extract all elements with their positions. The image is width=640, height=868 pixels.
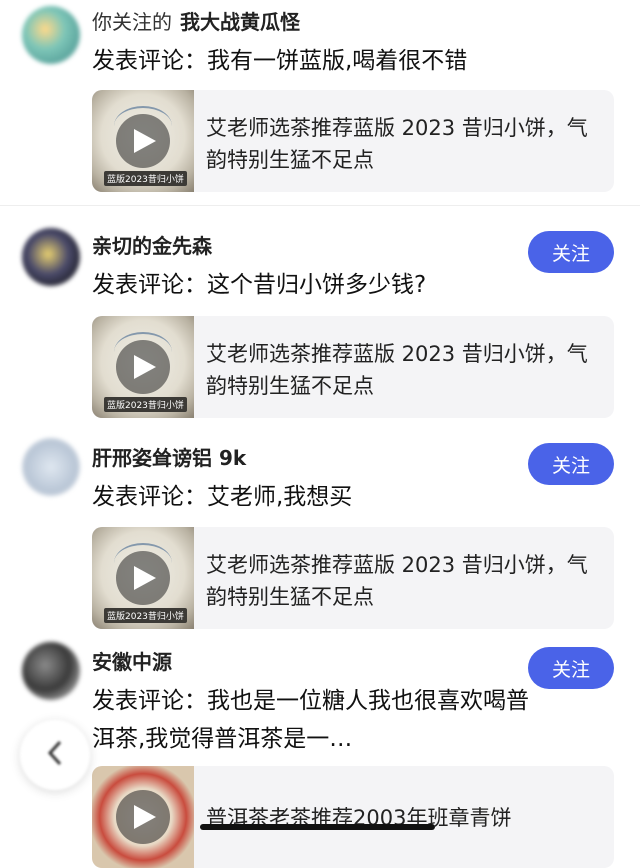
video-thumbnail[interactable]: 蓝版2023昔归小饼 — [92, 316, 194, 418]
thumbnail-caption: 蓝版2023昔归小饼 — [104, 171, 187, 186]
video-thumbnail[interactable]: 蓝版2023昔归小饼 — [92, 90, 194, 192]
video-card[interactable]: 蓝版2023昔归小饼 艾老师选茶推荐蓝版 2023 昔归小饼，气韵特别生猛不足点 — [92, 527, 614, 629]
user-name[interactable]: 亲切的金先森 — [92, 234, 212, 258]
avatar[interactable] — [22, 642, 80, 700]
follow-button[interactable]: 关注 — [528, 231, 614, 273]
video-card[interactable]: 蓝版2023昔归小饼 艾老师选茶推荐蓝版 2023 昔归小饼，气韵特别生猛不足点 — [92, 316, 614, 418]
divider — [0, 205, 640, 206]
avatar[interactable] — [22, 438, 80, 496]
comment-text: 发表评论：这个昔归小饼多少钱? — [92, 272, 427, 298]
user-name[interactable]: 我大战黄瓜怪 — [180, 10, 300, 34]
comment-text: 发表评论：我有一饼蓝版,喝着很不错 — [92, 48, 468, 74]
user-line: 你关注的 我大战黄瓜怪 — [92, 6, 300, 35]
comment-text: 发表评论：艾老师,我想买 — [92, 484, 353, 510]
user-line: 肝邢姿耸谤铝 9k — [92, 442, 246, 471]
play-icon[interactable] — [116, 790, 170, 844]
thumbnail-caption: 蓝版2023昔归小饼 — [104, 608, 187, 623]
video-thumbnail[interactable]: 蓝版2023昔归小饼 — [92, 527, 194, 629]
avatar[interactable] — [22, 228, 80, 286]
video-card[interactable]: 普洱茶老茶推荐2003年班章青饼 — [92, 766, 614, 868]
play-icon[interactable] — [116, 114, 170, 168]
thumbnail-caption: 蓝版2023昔归小饼 — [104, 397, 187, 412]
user-name[interactable]: 肝邢姿耸谤铝 9k — [92, 446, 246, 470]
play-icon[interactable] — [116, 340, 170, 394]
video-card[interactable]: 蓝版2023昔归小饼 艾老师选茶推荐蓝版 2023 昔归小饼，气韵特别生猛不足点 — [92, 90, 614, 192]
video-title[interactable]: 艾老师选茶推荐蓝版 2023 昔归小饼，气韵特别生猛不足点 — [206, 338, 596, 402]
video-title[interactable]: 艾老师选茶推荐蓝版 2023 昔归小饼，气韵特别生猛不足点 — [206, 549, 596, 613]
user-line: 亲切的金先森 — [92, 230, 212, 259]
scroll-indicator — [200, 824, 435, 830]
user-line: 安徽中源 — [92, 646, 172, 675]
video-title[interactable]: 艾老师选茶推荐蓝版 2023 昔归小饼，气韵特别生猛不足点 — [206, 112, 596, 176]
user-name[interactable]: 安徽中源 — [92, 650, 172, 674]
follow-button[interactable]: 关注 — [528, 443, 614, 485]
back-button[interactable] — [20, 720, 90, 790]
follow-prefix: 你关注的 — [92, 10, 172, 34]
video-thumbnail[interactable] — [92, 766, 194, 868]
avatar[interactable] — [22, 6, 80, 64]
comment-text: 发表评论：我也是一位糖人我也很喜欢喝普洱茶,我觉得普洱茶是一… — [92, 688, 529, 752]
play-icon[interactable] — [116, 551, 170, 605]
follow-button[interactable]: 关注 — [528, 647, 614, 689]
chevron-left-icon — [47, 740, 63, 770]
